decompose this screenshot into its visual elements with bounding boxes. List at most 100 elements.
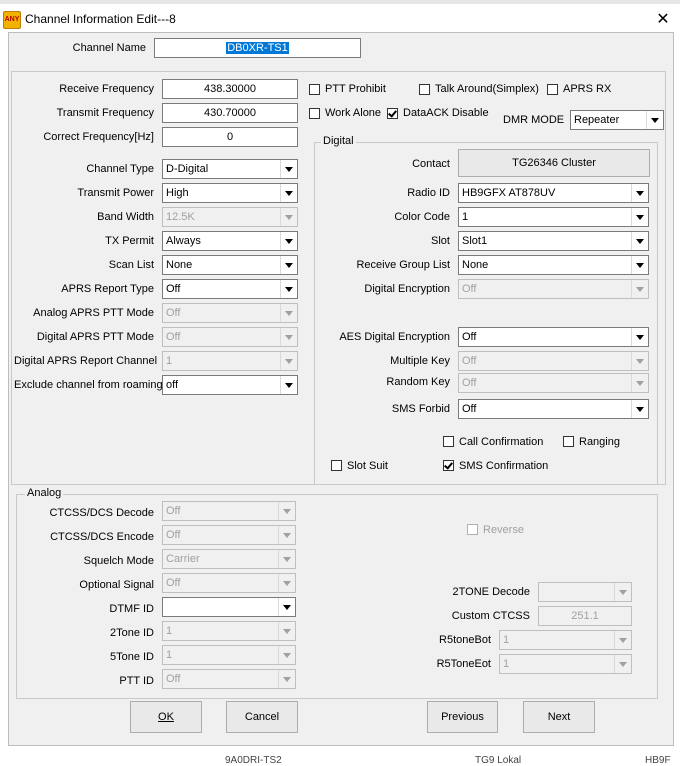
next-button[interactable]: Next	[523, 701, 595, 733]
correct-frequency-input[interactable]: 0	[162, 127, 298, 147]
chevron-down-icon	[280, 328, 297, 346]
multiple-key-select: Off	[458, 351, 649, 371]
channel-name-label: Channel Name	[72, 42, 146, 54]
chevron-down-icon	[646, 111, 663, 129]
chevron-down-icon	[280, 232, 297, 250]
call-confirmation-label: Call Confirmation	[459, 436, 544, 448]
chevron-down-icon	[280, 352, 297, 370]
cancel-button[interactable]: Cancel	[226, 701, 298, 733]
transmit-frequency-input[interactable]: 430.70000	[162, 103, 298, 123]
app-icon: ANY	[3, 11, 21, 29]
radio-id-label: Radio ID	[407, 187, 450, 199]
custom-ctcss-input: 251.1	[538, 606, 632, 626]
chevron-down-icon	[280, 160, 297, 178]
chevron-down-icon	[278, 550, 295, 568]
aprs-report-type-label: APRS Report Type	[61, 283, 154, 295]
call-confirmation-checkbox[interactable]	[443, 436, 454, 447]
chevron-down-icon	[631, 328, 648, 346]
work-alone-checkbox[interactable]	[309, 108, 320, 119]
channel-name-input[interactable]: DB0XR-TS1	[154, 38, 361, 58]
sms-forbid-select[interactable]: Off	[458, 399, 649, 419]
chevron-down-icon	[280, 184, 297, 202]
previous-button[interactable]: Previous	[427, 701, 498, 733]
chevron-down-icon	[278, 670, 295, 688]
squelch-mode-select: Carrier	[162, 549, 296, 569]
background-window-bottom: 9A0DRI-TS2 TG9 Lokal HB9F	[0, 755, 680, 766]
dmr-mode-select[interactable]: Repeater	[570, 110, 664, 130]
chevron-down-icon	[631, 232, 648, 250]
transmit-power-select[interactable]: High	[162, 183, 298, 203]
ptt-id-select: Off	[162, 669, 296, 689]
bg-row-talkgroup: TG9 Lokal	[475, 755, 522, 766]
chevron-down-icon	[614, 655, 631, 673]
ptt-prohibit-checkbox[interactable]	[309, 84, 320, 95]
two-tone-id-label: 2Tone ID	[109, 627, 154, 639]
receive-group-list-select[interactable]: None	[458, 255, 649, 275]
scan-list-label: Scan List	[108, 259, 154, 271]
sms-confirmation-checkbox[interactable]	[443, 460, 454, 471]
dataack-disable-label: DataACK Disable	[403, 107, 489, 119]
ok-button[interactable]: OK	[130, 701, 202, 733]
chevron-down-icon	[278, 526, 295, 544]
chevron-down-icon	[278, 502, 295, 520]
slot-select[interactable]: Slot1	[458, 231, 649, 251]
color-code-label: Color Code	[394, 211, 450, 223]
window-title: Channel Information Edit---8	[25, 12, 176, 26]
dmr-mode-label: DMR MODE	[503, 114, 565, 126]
close-icon[interactable]: ✕	[652, 10, 674, 30]
talk-around-checkbox[interactable]	[419, 84, 430, 95]
color-code-select[interactable]: 1	[458, 207, 649, 227]
chevron-down-icon	[278, 646, 295, 664]
chevron-down-icon	[631, 374, 648, 392]
reverse-label: Reverse	[483, 524, 524, 536]
channel-type-select[interactable]: D-Digital	[162, 159, 298, 179]
two-tone-id-select: 1	[162, 621, 296, 641]
digital-aprs-channel-label: Digital APRS Report Channel	[14, 355, 158, 367]
chevron-down-icon	[280, 376, 297, 394]
dtmf-id-label: DTMF ID	[109, 603, 154, 615]
digital-aprs-ptt-select: Off	[162, 327, 298, 347]
chevron-down-icon	[614, 583, 631, 601]
digital-aprs-ptt-label: Digital APRS PTT Mode	[36, 331, 154, 343]
tx-permit-select[interactable]: Always	[162, 231, 298, 251]
r5tone-bot-select: 1	[499, 630, 632, 650]
ranging-label: Ranging	[579, 436, 620, 448]
slot-suit-checkbox[interactable]	[331, 460, 342, 471]
chevron-down-icon	[631, 280, 648, 298]
r5tone-eot-label: R5ToneEot	[436, 658, 491, 670]
chevron-down-icon	[280, 280, 297, 298]
r5tone-bot-label: R5toneBot	[439, 634, 491, 646]
receive-frequency-label: Receive Frequency	[59, 83, 154, 95]
dialog-client: Channel Name DB0XR-TS1 Receive Frequency…	[8, 32, 674, 746]
radio-id-select[interactable]: HB9GFX AT878UV	[458, 183, 649, 203]
receive-group-list-label: Receive Group List	[356, 259, 450, 271]
chevron-down-icon	[278, 622, 295, 640]
band-width-label: Band Width	[97, 211, 154, 223]
dtmf-id-select[interactable]	[162, 597, 296, 617]
chevron-down-icon	[631, 352, 648, 370]
digital-aprs-channel-select: 1	[162, 351, 298, 371]
aprs-report-type-select[interactable]: Off	[162, 279, 298, 299]
ctcss-encode-select: Off	[162, 525, 296, 545]
ctcss-decode-select: Off	[162, 501, 296, 521]
ptt-prohibit-label: PTT Prohibit	[325, 83, 386, 95]
aprs-rx-checkbox[interactable]	[547, 84, 558, 95]
chevron-down-icon	[631, 256, 648, 274]
five-tone-id-select: 1	[162, 645, 296, 665]
chevron-down-icon	[278, 598, 295, 616]
chevron-down-icon	[631, 400, 648, 418]
multiple-key-label: Multiple Key	[390, 355, 450, 367]
analog-aprs-ptt-label: Analog APRS PTT Mode	[33, 307, 154, 319]
contact-button[interactable]: TG26346 Cluster	[458, 149, 650, 177]
aes-encryption-select[interactable]: Off	[458, 327, 649, 347]
chevron-down-icon	[631, 184, 648, 202]
receive-frequency-input[interactable]: 438.30000	[162, 79, 298, 99]
ranging-checkbox[interactable]	[563, 436, 574, 447]
exclude-roaming-select[interactable]: off	[162, 375, 298, 395]
chevron-down-icon	[280, 256, 297, 274]
ctcss-encode-label: CTCSS/DCS Encode	[50, 531, 154, 543]
dataack-disable-checkbox[interactable]	[387, 108, 398, 119]
digital-encryption-select: Off	[458, 279, 649, 299]
scan-list-select[interactable]: None	[162, 255, 298, 275]
digital-group-title: Digital	[321, 135, 356, 147]
